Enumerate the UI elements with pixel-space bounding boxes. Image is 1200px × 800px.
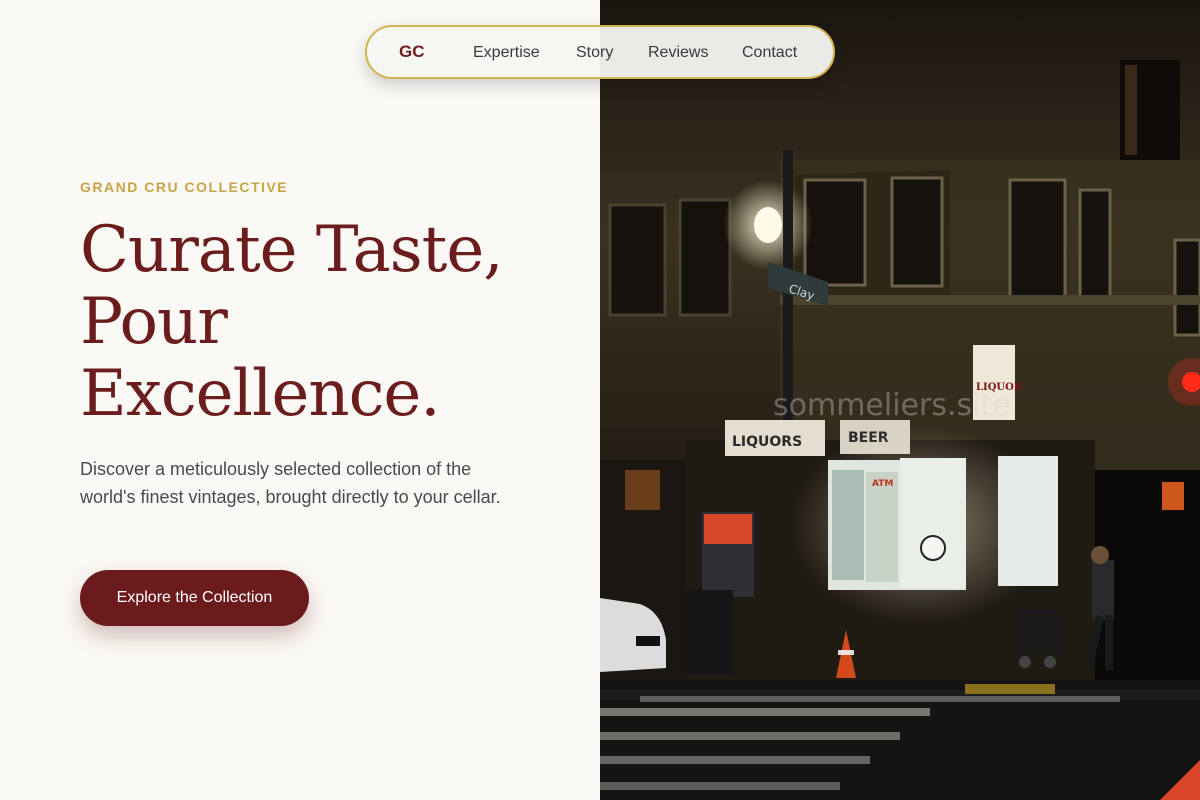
hero-photo: Clay LIQUORS BEER LIQUOR ATM (600, 0, 1200, 800)
brand-logo[interactable]: GC (399, 42, 425, 62)
awning-left-text: LIQUORS (732, 434, 802, 450)
nav-link-contact[interactable]: Contact (742, 44, 797, 62)
nav-link-expertise[interactable]: Expertise (473, 44, 540, 62)
headline-line: Pour (80, 285, 228, 359)
explore-collection-button[interactable]: Explore the Collection (80, 570, 309, 626)
nav-link-reviews[interactable]: Reviews (648, 44, 708, 62)
headline-line: Curate Taste, (80, 213, 504, 287)
headline-line: Excellence. (80, 357, 441, 431)
hero-eyebrow: GRAND CRU COLLECTIVE (80, 179, 289, 195)
hero-headline: Curate Taste, Pour Excellence. (80, 214, 580, 430)
hero-left-panel: GRAND CRU COLLECTIVE Curate Taste, Pour … (0, 0, 600, 800)
atm-sign-text: ATM (872, 479, 893, 489)
nav-link-story[interactable]: Story (576, 44, 613, 62)
night-street-photo: Clay LIQUORS BEER LIQUOR ATM (600, 0, 1200, 800)
liquor-sign-text: LIQUOR (976, 382, 1023, 393)
top-navigation: GC Expertise Story Reviews Contact (365, 25, 835, 79)
hero-description: Discover a meticulously selected collect… (80, 459, 501, 507)
